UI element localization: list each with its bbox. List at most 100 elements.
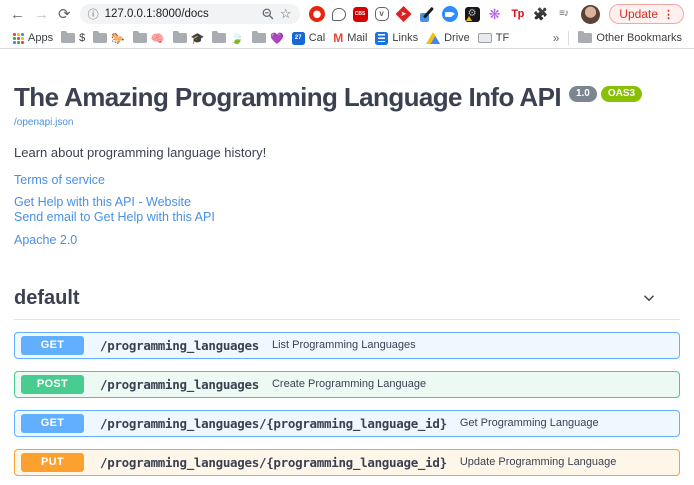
gear-extension-icon[interactable]: ⚙ — [465, 7, 480, 22]
teleparty-extension-icon[interactable]: Tp — [510, 6, 526, 22]
bookmark-drive[interactable]: Drive — [426, 32, 470, 44]
method-badge: POST — [21, 375, 84, 394]
method-badge: PUT — [21, 453, 84, 472]
help-email-link[interactable]: Send email to Get Help with this API — [14, 210, 680, 225]
pen-extension-icon[interactable] — [419, 6, 435, 22]
bookmark-label: Drive — [444, 32, 470, 44]
bookmark-label: 🎓 — [191, 32, 205, 45]
version-badge: 1.0 — [569, 86, 597, 102]
api-description: Learn about programming language history… — [14, 145, 680, 160]
folder-icon — [578, 33, 592, 43]
bookmark-folder-heart[interactable]: 💜 — [252, 32, 284, 45]
api-title-row: The Amazing Programming Language Info AP… — [14, 83, 680, 112]
bookmark-label: TF — [496, 32, 509, 44]
zoom-out-icon[interactable] — [262, 8, 274, 20]
red-circle-extension-icon[interactable] — [309, 6, 325, 22]
folder-icon — [133, 33, 147, 43]
license-link[interactable]: Apache 2.0 — [14, 233, 680, 247]
folder-icon — [252, 33, 266, 43]
send-diamond-extension-icon[interactable]: ➤ — [396, 6, 412, 22]
openapi-json-link[interactable]: /openapi.json — [14, 117, 74, 128]
bookmark-label: 💜 — [270, 32, 284, 45]
help-website-link[interactable]: Get Help with this API - Website — [14, 195, 680, 210]
bookmark-label: 🐎 — [111, 32, 125, 45]
api-info-links: Terms of service Get Help with this API … — [14, 173, 680, 247]
bookmarks-right: » Other Bookmarks — [553, 31, 682, 45]
terms-of-service-link[interactable]: Terms of service — [14, 173, 680, 187]
links-icon — [375, 32, 388, 45]
drive-icon — [426, 32, 440, 44]
profile-avatar[interactable] — [581, 5, 600, 24]
bookmark-folder-grad[interactable]: 🎓 — [173, 32, 205, 45]
method-badge: GET — [21, 336, 84, 355]
zoom-camera-extension-icon[interactable] — [442, 6, 458, 22]
bookmark-label: Links — [392, 32, 418, 44]
bookmark-other-bookmarks[interactable]: Other Bookmarks — [578, 32, 682, 44]
pocket-extension-icon[interactable]: v — [375, 7, 389, 21]
endpoint-summary: Create Programming Language — [272, 378, 426, 390]
endpoint-row[interactable]: GET/programming_languages List Programmin… — [14, 332, 680, 359]
bookmark-label: 🧠 — [151, 32, 165, 45]
playlist-extension-icon[interactable]: ≡♪ — [556, 6, 572, 22]
folder-icon — [173, 33, 187, 43]
bookmark-links[interactable]: Links — [375, 32, 418, 45]
folder-icon — [61, 33, 75, 43]
endpoint-row[interactable]: GET/programming_languages/{programming_l… — [14, 410, 680, 437]
bookmark-folder-brain[interactable]: 🧠 — [133, 32, 165, 45]
forward-icon[interactable]: → — [34, 7, 49, 22]
update-button[interactable]: Update ⋮ — [609, 4, 684, 24]
bookmark-apps[interactable]: Apps — [12, 32, 53, 44]
endpoint-path: /programming_languages/{programming_lang… — [100, 455, 447, 470]
gmail-icon: M — [333, 32, 343, 44]
bookmark-label: $ — [79, 32, 85, 44]
endpoint-summary: Get Programming Language — [460, 417, 599, 429]
browser-toolbar: ← → ⟳ ⓘ 127.0.0.1:8000/docs ☆ CBS v ➤ ⚙ ❋ Tp 🧩… — [0, 0, 694, 28]
kebab-menu-icon[interactable]: ⋮ — [663, 8, 674, 21]
operations-list: GET/programming_languages List Programmin… — [14, 332, 680, 485]
bookmarks-left: Apps $ 🐎 🧠 🎓 🍃 💜 27Cal M Mail Links Drive TF — [12, 32, 509, 45]
bookmarks-separator — [568, 31, 569, 45]
folder-icon — [212, 33, 226, 43]
method-badge: GET — [21, 414, 84, 433]
bookmark-label: 🍃 — [230, 32, 244, 45]
bookmark-star-icon[interactable]: ☆ — [280, 6, 292, 22]
kbd-icon — [478, 33, 492, 43]
endpoint-path: /programming_languages/{programming_lang… — [100, 416, 447, 431]
folder-icon — [93, 33, 107, 43]
bookmark-label: Mail — [347, 32, 367, 44]
puzzle-extension-icon[interactable]: 🧩 — [533, 6, 549, 22]
reload-icon[interactable]: ⟳ — [58, 7, 71, 22]
bookmarks-overflow-icon[interactable]: » — [553, 31, 560, 45]
chevron-down-icon[interactable] — [640, 289, 658, 307]
bookmark-label: Other Bookmarks — [596, 32, 682, 44]
bookmark-cal[interactable]: 27Cal — [292, 32, 326, 45]
version-badges: 1.0 OAS3 — [569, 86, 642, 102]
swagger-ui-page: The Amazing Programming Language Info AP… — [0, 49, 694, 485]
bookmarks-bar: Apps $ 🐎 🧠 🎓 🍃 💜 27Cal M Mail Links Drive TF » Other… — [0, 28, 694, 49]
endpoint-path: /programming_languages — [100, 338, 259, 353]
bookmark-label: Cal — [309, 32, 326, 44]
endpoint-summary: Update Programming Language — [460, 456, 617, 468]
bookmark-tf[interactable]: TF — [478, 32, 509, 44]
default-section: default GET/programming_languages List Pr… — [14, 287, 680, 485]
endpoint-summary: List Programming Languages — [272, 339, 416, 351]
bookmark-mail[interactable]: M Mail — [333, 32, 367, 44]
purple-flower-extension-icon[interactable]: ❋ — [487, 6, 503, 22]
chat-bubble-extension-icon[interactable] — [332, 8, 346, 21]
bookmark-folder-leaf[interactable]: 🍃 — [212, 32, 244, 45]
site-info-icon[interactable]: ⓘ — [88, 6, 99, 22]
back-icon[interactable]: ← — [10, 7, 25, 22]
endpoint-row[interactable]: POST/programming_languages Create Program… — [14, 371, 680, 398]
address-bar[interactable]: ⓘ 127.0.0.1:8000/docs ☆ — [80, 4, 300, 24]
update-label: Update — [619, 7, 658, 21]
url-text[interactable]: 127.0.0.1:8000/docs — [105, 8, 256, 20]
browser-chrome: ← → ⟳ ⓘ 127.0.0.1:8000/docs ☆ CBS v ➤ ⚙ ❋ Tp 🧩… — [0, 0, 694, 49]
bookmark-folder-dollar[interactable]: $ — [61, 32, 85, 44]
cbs-extension-icon[interactable]: CBS — [353, 7, 368, 22]
page-title: The Amazing Programming Language Info AP… — [14, 83, 561, 112]
endpoint-row[interactable]: PUT/programming_languages/{programming_l… — [14, 449, 680, 476]
section-header[interactable]: default — [14, 287, 680, 320]
bookmark-folder-horse[interactable]: 🐎 — [93, 32, 125, 45]
endpoint-path: /programming_languages — [100, 377, 259, 392]
oas3-badge: OAS3 — [601, 86, 642, 102]
